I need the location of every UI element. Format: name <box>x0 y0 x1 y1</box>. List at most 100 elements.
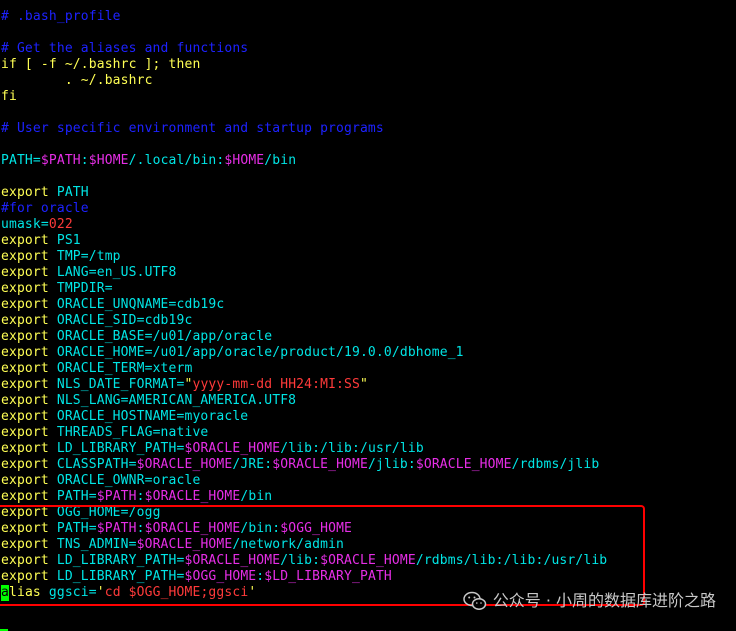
file-line: export ORACLE_OWNR=oracle <box>1 473 607 489</box>
line-segment: export <box>1 265 57 280</box>
file-line: #for oracle <box>1 201 607 217</box>
line-segment: $HOME <box>88 153 129 168</box>
file-line: export LD_LIBRARY_PATH=$ORACLE_HOME/lib:… <box>1 441 607 457</box>
line-segment: PATH= <box>56 489 97 504</box>
file-line <box>1 25 607 41</box>
line-segment: /bin <box>240 489 273 504</box>
line-segment: /bin <box>264 153 297 168</box>
line-segment: export <box>1 329 57 344</box>
file-line <box>1 105 607 121</box>
file-line: export TMPDIR= <box>1 281 607 297</box>
line-segment: LANG=en_US.UTF8 <box>56 265 177 280</box>
line-segment: $PATH <box>40 153 81 168</box>
line-segment: export <box>1 297 57 312</box>
line-segment: ORACLE_OWNR=oracle <box>56 473 201 488</box>
line-segment: export <box>1 425 57 440</box>
line-segment: TMP=/tmp <box>56 249 121 264</box>
line-segment: : <box>80 153 89 168</box>
line-segment: umask= <box>1 217 49 232</box>
line-segment: PS1 <box>56 233 81 248</box>
file-line: export ORACLE_HOME=/u01/app/oracle/produ… <box>1 345 607 361</box>
file-line: export ORACLE_TERM=xterm <box>1 361 607 377</box>
watermark: 公众号 · 小周的数据库进阶之路 <box>462 589 716 613</box>
line-segment: fi <box>1 89 17 104</box>
line-segment: export <box>1 409 57 424</box>
line-segment: $ORACLE_HOME <box>144 489 241 504</box>
line-segment: NLS_LANG=AMERICAN_AMERICA.UTF8 <box>56 393 297 408</box>
line-segment: export <box>1 441 57 456</box>
line-segment: # User specific environment and startup … <box>1 121 384 136</box>
line-segment: $ORACLE_HOME <box>184 441 281 456</box>
line-segment: /jlib: <box>367 457 416 472</box>
line-segment: #for oracle <box>1 201 89 216</box>
line-segment: /rdbms/jlib <box>511 457 600 472</box>
file-line: . ~/.bashrc <box>1 73 607 89</box>
file-line: export PS1 <box>1 233 607 249</box>
line-segment: if [ -f ~/.bashrc ]; then <box>1 57 201 72</box>
line-segment: ORACLE_HOSTNAME=myoracle <box>56 409 249 424</box>
line-segment: ORACLE_UNQNAME=cdb19c <box>56 297 225 312</box>
line-segment: THREADS_FLAG=native <box>56 425 209 440</box>
line-segment: /lib:/lib:/usr/lib <box>280 441 424 456</box>
file-line: export ORACLE_HOSTNAME=myoracle <box>1 409 607 425</box>
line-segment: TMPDIR= <box>56 281 113 296</box>
file-line: # User specific environment and startup … <box>1 121 607 137</box>
line-segment: /JRE: <box>232 457 273 472</box>
line-segment: PATH= <box>1 153 41 168</box>
line-segment: export <box>1 233 57 248</box>
line-segment: ORACLE_HOME=/u01/app/oracle/product/19.0… <box>56 345 464 360</box>
file-line: # Get the aliases and functions <box>1 41 607 57</box>
file-line: if [ -f ~/.bashrc ]; then <box>1 57 607 73</box>
line-segment: . ~/.bashrc <box>1 73 153 88</box>
file-line: export ORACLE_UNQNAME=cdb19c <box>1 297 607 313</box>
line-segment: export <box>1 377 57 392</box>
line-segment: $ORACLE_HOME <box>136 457 233 472</box>
file-line: export LANG=en_US.UTF8 <box>1 265 607 281</box>
file-line: PATH=$PATH:$HOME/.local/bin:$HOME/bin <box>1 153 607 169</box>
line-segment: ORACLE_BASE=/u01/app/oracle <box>56 329 273 344</box>
line-segment: : <box>136 489 145 504</box>
line-segment: $HOME <box>224 153 265 168</box>
line-segment: export <box>1 249 57 264</box>
file-line: # .bash_profile <box>1 9 607 25</box>
line-segment: $PATH <box>96 489 137 504</box>
line-segment: # Get the aliases and functions <box>1 41 249 56</box>
file-line: export PATH <box>1 185 607 201</box>
file-line: export ORACLE_BASE=/u01/app/oracle <box>1 329 607 345</box>
line-segment: ORACLE_SID=cdb19c <box>56 313 193 328</box>
line-segment: export <box>1 313 57 328</box>
file-line: export THREADS_FLAG=native <box>1 425 607 441</box>
line-segment: 022 <box>48 217 73 232</box>
file-line: export ORACLE_SID=cdb19c <box>1 313 607 329</box>
line-segment: ORACLE_TERM=xterm <box>56 361 193 376</box>
file-line: export CLASSPATH=$ORACLE_HOME/JRE:$ORACL… <box>1 457 607 473</box>
line-segment: export <box>1 489 57 504</box>
line-segment: NLS_DATE_FORMAT= <box>56 377 185 392</box>
file-line: export NLS_DATE_FORMAT= "yyyy-mm-dd HH24:… <box>1 377 607 393</box>
line-segment: PATH <box>56 185 89 200</box>
file-line: umask=022 <box>1 217 607 233</box>
wechat-icon <box>462 591 487 611</box>
file-line: export PATH=$PATH:$ORACLE_HOME/bin <box>1 489 607 505</box>
line-segment: export <box>1 457 57 472</box>
line-segment: CLASSPATH= <box>56 457 137 472</box>
file-line: export TMP=/tmp <box>1 249 607 265</box>
terminal-window[interactable]: # .bash_profile # Get the aliases and fu… <box>0 0 736 631</box>
file-line <box>1 169 607 185</box>
line-segment: export <box>1 361 57 376</box>
file-line <box>1 137 607 153</box>
line-segment: LD_LIBRARY_PATH= <box>56 441 185 456</box>
file-line: fi <box>1 89 607 105</box>
line-segment: export <box>1 281 57 296</box>
line-segment: export <box>1 345 57 360</box>
line-segment: # .bash_profile <box>1 9 121 24</box>
line-segment: /.local/bin: <box>128 153 225 168</box>
line-segment: yyyy-mm-dd HH24:MI:SS <box>192 377 360 392</box>
line-segment: export <box>1 393 57 408</box>
file-line: export NLS_LANG=AMERICAN_AMERICA.UTF8 <box>1 393 607 409</box>
line-segment: export <box>1 473 57 488</box>
watermark-text: 公众号 · 小周的数据库进阶之路 <box>492 591 716 610</box>
line-segment: $ORACLE_HOME <box>415 457 512 472</box>
line-segment: export <box>1 185 57 200</box>
line-segment: " <box>359 377 368 392</box>
